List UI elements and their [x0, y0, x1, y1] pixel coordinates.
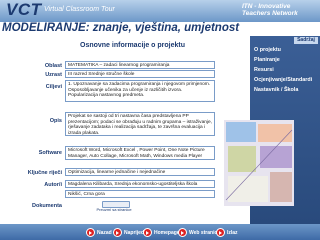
field-software: Microsoft Word, Microsoft Excel , Power …	[65, 146, 215, 160]
brand-line-1: ITN - Innovative	[242, 3, 291, 10]
label-uzrast: Uzrast	[45, 72, 62, 78]
brand-line-2: Teachers Network	[242, 10, 298, 17]
nav-heading: Sadržaj	[294, 37, 318, 44]
field-opis: Projekat se sastoji od tri nastavna časa…	[65, 112, 215, 136]
section-title: Osnovne informacije o projektu	[80, 42, 186, 49]
forward-button[interactable]: Naprijed	[113, 228, 144, 237]
field-uzrast: III razred Srednje stručne škole	[65, 70, 215, 78]
exit-label: Izlaz	[227, 229, 238, 236]
nav-item-nastavnik-skola[interactable]: Nastavnik / Škola	[254, 87, 298, 93]
field-location: Nikšić, Crna gora	[65, 190, 215, 198]
home-icon	[143, 228, 152, 237]
arrow-left-icon	[86, 228, 95, 237]
globe-icon	[178, 228, 187, 237]
forward-label: Naprijed	[124, 229, 145, 236]
homepage-label: Homepage	[154, 229, 180, 236]
label-dokumenta: Dokumenta	[32, 203, 62, 209]
back-button[interactable]: Nazad	[86, 228, 112, 237]
field-kljucne-rijeci: Optimizacija, linearne jednačine i nejed…	[65, 168, 215, 176]
exit-button[interactable]: Izlaz	[216, 228, 238, 237]
vct-subtitle: Virtual Classroom Tour	[44, 6, 115, 13]
close-icon	[216, 228, 225, 237]
field-oblast: MATEMATIKA – zadaci linearnog programira…	[65, 61, 215, 69]
itn-brand[interactable]: ITN - Innovative Teachers Network	[242, 3, 316, 17]
nav-item-ocjenjivanje[interactable]: Ocjenjivanje/Standardi	[254, 77, 312, 83]
arrow-right-icon	[113, 228, 122, 237]
vct-logo[interactable]: VCT	[6, 0, 42, 20]
nav-item-resursi[interactable]: Resursi	[254, 67, 274, 73]
nav-item-planiranje[interactable]: Planiranje	[254, 57, 280, 63]
label-ciljevi: Ciljevi	[45, 84, 62, 90]
website-button[interactable]: Web stranica	[178, 228, 220, 237]
label-software: Software	[38, 150, 62, 156]
label-opis: Opis	[49, 118, 62, 124]
project-collage-image	[224, 120, 294, 206]
field-autori: Magdalena Kilibarda, Srednja ekonomsko-u…	[65, 180, 215, 188]
back-label: Nazad	[97, 229, 112, 236]
label-kljucne-rijeci: Ključne riječi	[27, 170, 62, 176]
label-oblast: Oblast	[44, 63, 62, 69]
nav-item-o-projektu[interactable]: O projektu	[254, 47, 281, 53]
page-title: MODELIRANJE: znanje, vještina, umjetnost	[2, 22, 240, 34]
label-autori: Autor/i	[44, 182, 62, 188]
homepage-button[interactable]: Homepage	[143, 228, 180, 237]
field-ciljevi: 1. Upoznavanje sa zadacima programiranja…	[65, 80, 215, 102]
download-label[interactable]: Preuzmi sa stranice	[94, 207, 134, 212]
